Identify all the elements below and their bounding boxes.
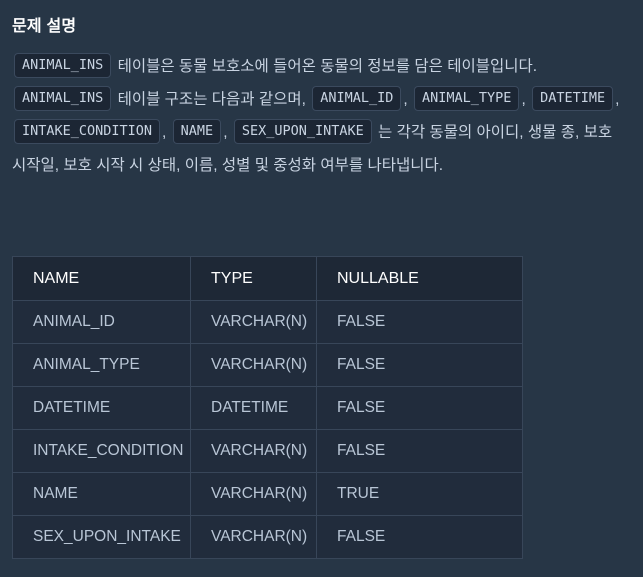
- cell-column-type: VARCHAR(N): [190, 472, 317, 516]
- inline-code-chip: SEX_UPON_INTAKE: [233, 119, 372, 144]
- problem-description-panel: 문제 설명 ANIMAL_INS 테이블은 동물 보호소에 들어온 동물의 정보…: [0, 0, 643, 577]
- cell-column-name: INTAKE_CONDITION: [12, 429, 191, 473]
- cell-column-type: VARCHAR(N): [190, 429, 317, 473]
- cell-column-type: VARCHAR(N): [190, 300, 317, 344]
- table-row: INTAKE_CONDITION VARCHAR(N) FALSE: [12, 429, 523, 473]
- table-row: SEX_UPON_INTAKE VARCHAR(N) FALSE: [12, 515, 523, 559]
- table-row: ANIMAL_ID VARCHAR(N) FALSE: [12, 300, 523, 344]
- inline-code-chip: DATETIME: [532, 86, 614, 111]
- description-text-run: 테이블은 동물 보호소에 들어온 동물의 정보를 담은 테이블입니다.: [113, 58, 538, 75]
- table-header-row: NAME TYPE NULLABLE: [12, 256, 523, 301]
- inline-code-chip: ANIMAL_TYPE: [414, 86, 520, 111]
- cell-column-nullable: FALSE: [316, 515, 523, 559]
- description-text-run: ,: [615, 91, 620, 108]
- table-row: NAME VARCHAR(N) TRUE: [12, 472, 523, 516]
- description-text-run: ,: [162, 124, 171, 141]
- page-title: 문제 설명: [12, 18, 77, 35]
- inline-code-chip: ANIMAL_ID: [312, 86, 402, 111]
- cell-column-type: VARCHAR(N): [190, 515, 317, 559]
- cell-column-nullable: FALSE: [316, 300, 523, 344]
- schema-table: NAME TYPE NULLABLE ANIMAL_ID VARCHAR(N) FALS…: [12, 256, 523, 559]
- cell-column-type: VARCHAR(N): [190, 343, 317, 387]
- cell-column-nullable: TRUE: [316, 472, 523, 516]
- cell-column-nullable: FALSE: [316, 343, 523, 387]
- description-text-run: ,: [223, 124, 232, 141]
- column-header-type: TYPE: [190, 256, 317, 301]
- inline-code-chip: ANIMAL_INS: [14, 86, 112, 111]
- cell-column-nullable: FALSE: [316, 386, 523, 430]
- cell-column-nullable: FALSE: [316, 429, 523, 473]
- table-row: ANIMAL_TYPE VARCHAR(N) FALSE: [12, 343, 523, 387]
- problem-description-text: ANIMAL_INS 테이블은 동물 보호소에 들어온 동물의 정보를 담은 테…: [12, 50, 632, 182]
- description-text-run: ,: [403, 91, 413, 108]
- cell-column-type: DATETIME: [190, 386, 317, 430]
- column-header-name: NAME: [12, 256, 191, 301]
- table-row: DATETIME DATETIME FALSE: [12, 386, 523, 430]
- schema-table-body: ANIMAL_ID VARCHAR(N) FALSE ANIMAL_TYPE VARCH…: [12, 300, 523, 559]
- cell-column-name: NAME: [12, 472, 191, 516]
- description-text-run: ,: [521, 91, 531, 108]
- cell-column-name: SEX_UPON_INTAKE: [12, 515, 191, 559]
- column-header-nullable: NULLABLE: [316, 256, 523, 301]
- cell-column-name: ANIMAL_TYPE: [12, 343, 191, 387]
- cell-column-name: DATETIME: [12, 386, 191, 430]
- description-text-run: 테이블 구조는 다음과 같으며,: [113, 91, 311, 108]
- cell-column-name: ANIMAL_ID: [12, 300, 191, 344]
- inline-code-chip: ANIMAL_INS: [14, 53, 112, 78]
- inline-code-chip: INTAKE_CONDITION: [14, 119, 161, 144]
- schema-table-head: NAME TYPE NULLABLE: [12, 256, 523, 301]
- inline-code-chip: NAME: [172, 119, 222, 144]
